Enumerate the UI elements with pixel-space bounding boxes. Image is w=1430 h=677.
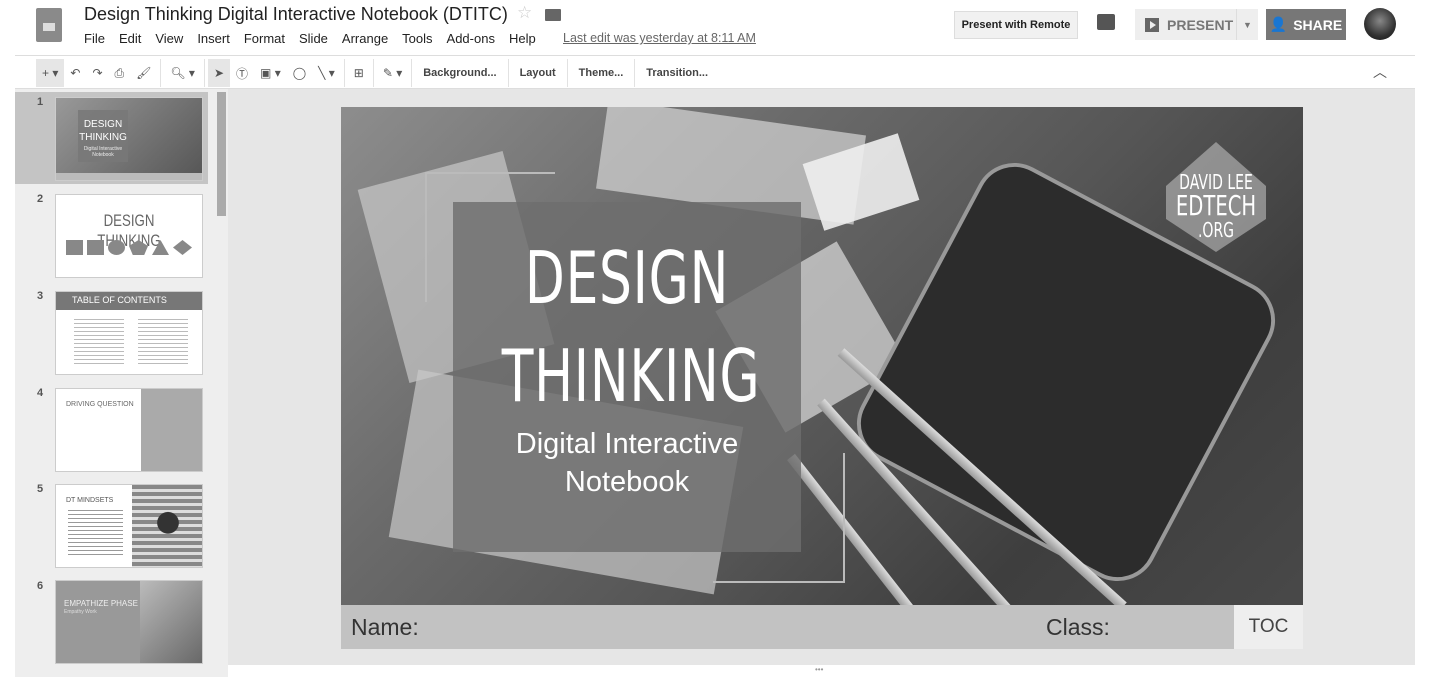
thumb-subtitle: Digital Interactive Notebook	[83, 146, 123, 158]
menu-insert[interactable]: Insert	[197, 31, 230, 46]
undo-icon[interactable]: ↶	[64, 59, 86, 87]
theme-button[interactable]: Theme...	[571, 67, 632, 79]
present-label: PRESENT	[1167, 16, 1234, 33]
layout-button[interactable]: Layout	[512, 67, 564, 79]
toc-link[interactable]: TOC	[1234, 605, 1303, 649]
slide-thumbnail-2[interactable]: DESIGN THINKING	[55, 194, 203, 278]
share-label: SHARE	[1293, 16, 1343, 33]
name-label[interactable]: Name:	[351, 614, 419, 641]
thumb-title: DRIVING QUESTION	[66, 401, 134, 408]
thumb-title: TABLE OF CONTENTS	[72, 295, 167, 305]
slide-subtitle[interactable]: Digital Interactive Notebook	[453, 425, 801, 501]
divider	[15, 55, 1415, 56]
thumb-title: DT MINDSETS	[66, 497, 114, 504]
print-icon[interactable]: ⎙	[109, 59, 131, 87]
slide-number: 2	[37, 193, 44, 205]
add-comment-icon[interactable]: ⊞	[348, 59, 370, 87]
slide-thumbnail-5[interactable]: DT MINDSETS	[55, 484, 203, 568]
subtitle-line-2: Notebook	[564, 466, 690, 498]
slide-number: 5	[37, 483, 44, 495]
menu-edit[interactable]: Edit	[119, 31, 141, 46]
present-with-remote-button[interactable]: Present with Remote	[954, 11, 1078, 39]
class-label[interactable]: Class:	[1046, 614, 1110, 641]
speaker-notes-resize-handle[interactable]: •••	[815, 665, 823, 675]
transition-button[interactable]: Transition...	[638, 67, 716, 79]
comments-icon[interactable]	[1097, 14, 1115, 30]
line-icon[interactable]: ╲ ▾	[312, 59, 341, 87]
slide-thumbnail-6[interactable]: EMPATHIZE PHASE Empathy Work	[55, 580, 203, 664]
thumb-title: DESIGN THINKING	[79, 119, 127, 143]
share-button[interactable]: 👤 SHARE	[1266, 9, 1346, 40]
toolbar: + ▾ ↶ ↷ ⎙ 🖌 🔍︎ ▾ ➤ Ⓣ ▣ ▾ ◯ ╲ ▾ ⊞ ✎ ▾ Bac…	[36, 58, 716, 88]
title-line-2: THINKING	[501, 334, 761, 418]
chevron-up-icon[interactable]: ︿	[1373, 62, 1387, 82]
slide-thumbnail-3[interactable]: TABLE OF CONTENTS	[55, 291, 203, 375]
background-button[interactable]: Background...	[415, 67, 504, 79]
star-icon[interactable]: ☆	[517, 3, 532, 23]
present-dropdown[interactable]: ▼	[1236, 9, 1258, 40]
textbox-icon[interactable]: Ⓣ	[230, 59, 254, 87]
thumb-title: EMPATHIZE PHASE	[64, 599, 138, 608]
redo-icon[interactable]: ↷	[86, 59, 108, 87]
menu-help[interactable]: Help	[509, 31, 536, 46]
slide-number: 3	[37, 290, 44, 302]
menu-tools[interactable]: Tools	[402, 31, 432, 46]
slides-logo-icon[interactable]	[36, 8, 62, 42]
present-button[interactable]: PRESENT ▼	[1135, 9, 1258, 40]
document-title[interactable]: Design Thinking Digital Interactive Note…	[84, 4, 508, 25]
title-line-1: DESIGN	[524, 236, 730, 320]
slide-number: 4	[37, 387, 44, 399]
folder-icon[interactable]	[545, 9, 561, 21]
filmstrip-scrollbar[interactable]	[217, 92, 226, 216]
menu-bar: File Edit View Insert Format Slide Arran…	[84, 31, 550, 46]
select-icon[interactable]: ➤	[207, 59, 230, 87]
menu-addons[interactable]: Add-ons	[447, 31, 495, 46]
zoom-icon[interactable]: 🔍︎ ▾	[164, 59, 201, 87]
shape-icon[interactable]: ◯	[287, 59, 312, 87]
menu-format[interactable]: Format	[244, 31, 285, 46]
slide-thumbnail-4[interactable]: DRIVING QUESTION	[55, 388, 203, 472]
menu-arrange[interactable]: Arrange	[342, 31, 388, 46]
thumb-subtitle: Empathy Work	[64, 609, 97, 615]
menu-view[interactable]: View	[155, 31, 183, 46]
logo: DAVID LEE EDTECH .ORG	[1175, 170, 1257, 242]
play-icon	[1145, 17, 1159, 32]
avatar[interactable]	[1364, 8, 1396, 40]
slide-editor[interactable]: DESIGN THINKING Digital Interactive Notebo…	[341, 107, 1303, 649]
slide-number: 6	[37, 580, 44, 592]
people-icon: 👤	[1269, 16, 1288, 32]
subtitle-line-1: Digital Interactive	[515, 428, 739, 460]
image-icon[interactable]: ▣ ▾	[254, 59, 287, 87]
name-class-bar: Name: Class: TOC	[341, 605, 1303, 649]
slide-thumbnail-1[interactable]: DESIGN THINKING Digital Interactive Note…	[55, 97, 203, 181]
last-edit-link[interactable]: Last edit was yesterday at 8:11 AM	[563, 31, 756, 45]
pen-icon[interactable]: ✎ ▾	[377, 59, 408, 87]
menu-slide[interactable]: Slide	[299, 31, 328, 46]
slide-number: 1	[37, 96, 44, 108]
slide-title[interactable]: DESIGN THINKING	[501, 229, 761, 425]
new-slide-icon[interactable]: + ▾	[36, 59, 65, 87]
menu-file[interactable]: File	[84, 31, 105, 46]
paint-format-icon[interactable]: 🖌	[130, 59, 157, 87]
